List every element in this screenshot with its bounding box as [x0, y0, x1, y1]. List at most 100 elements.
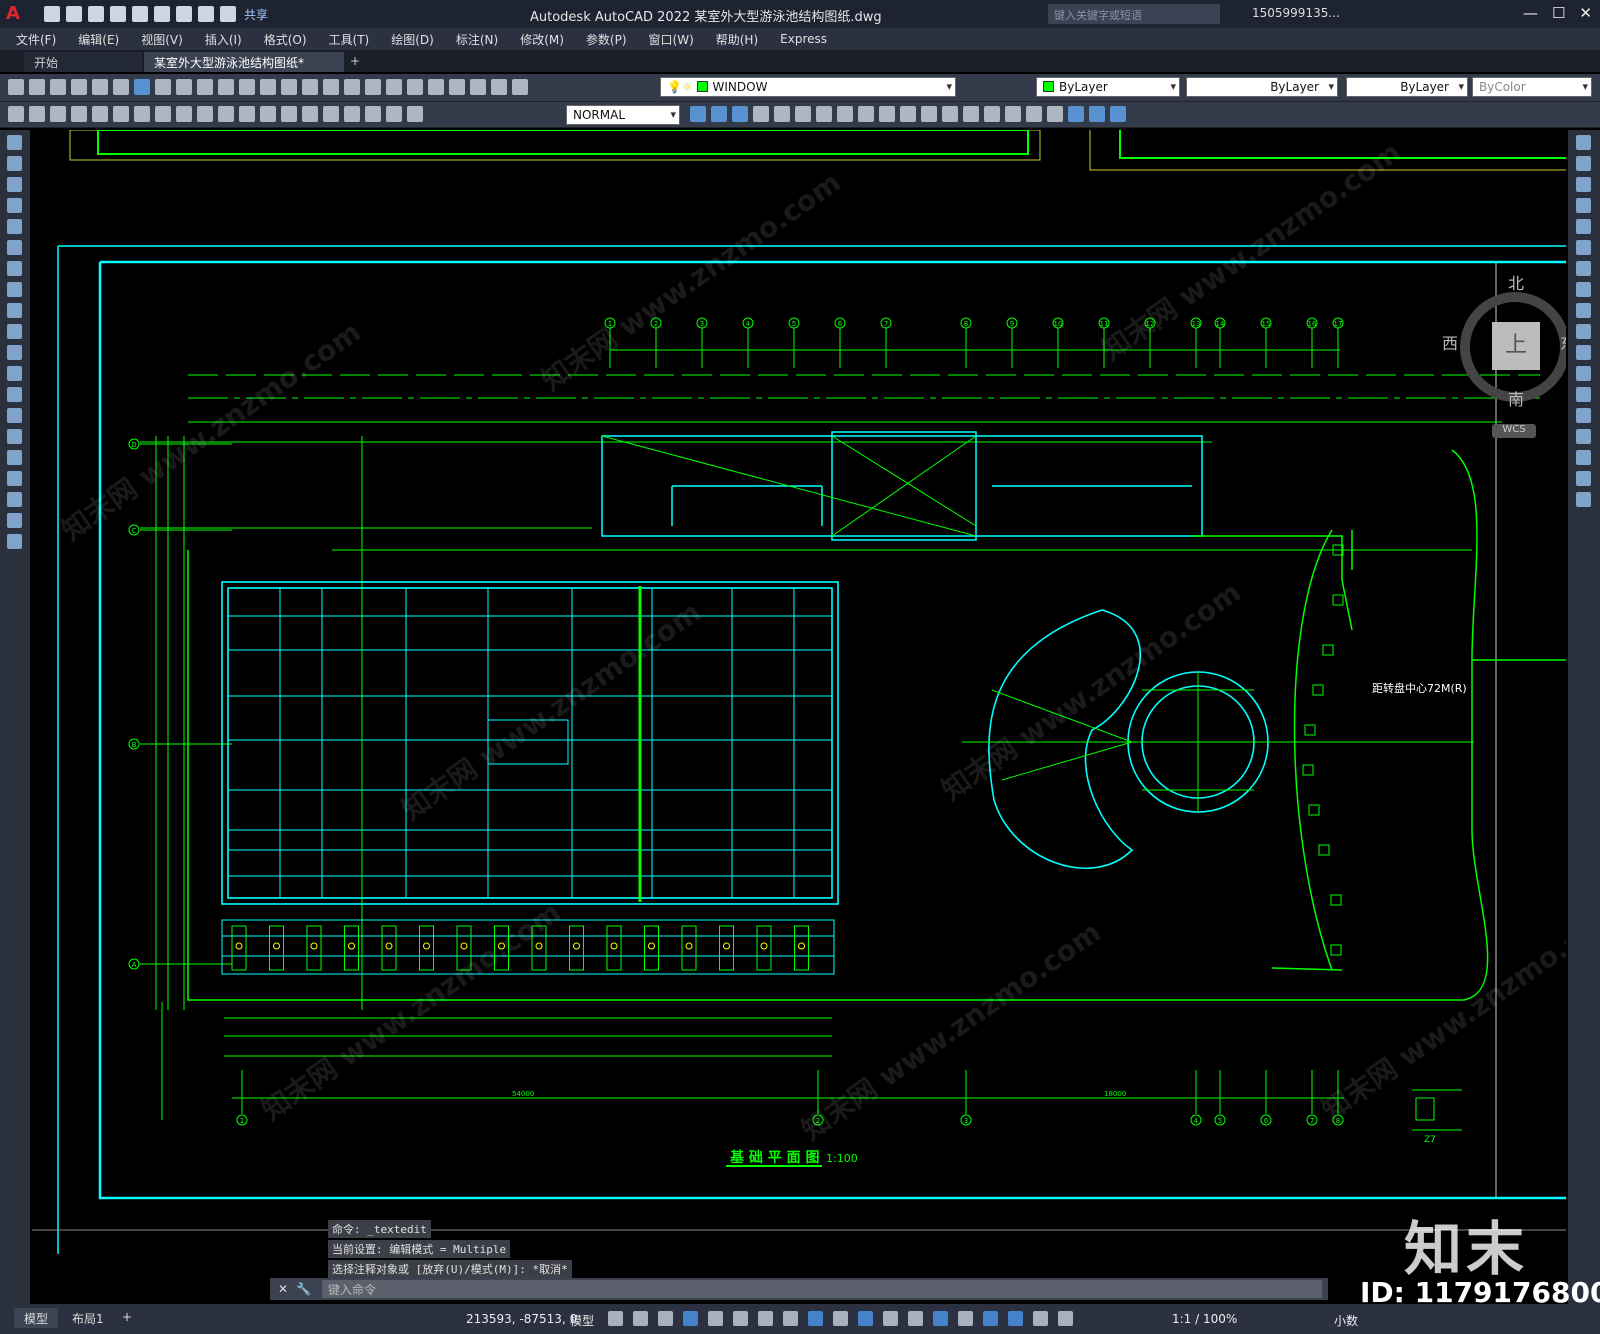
menu-modify[interactable]: 修改(M) — [520, 31, 564, 48]
layer-dropdown[interactable]: 💡☼ WINDOW — [660, 77, 956, 97]
gradient-icon[interactable] — [7, 450, 22, 465]
blend-icon[interactable] — [1576, 471, 1591, 486]
3d-print-icon[interactable] — [134, 79, 150, 95]
break-point-icon[interactable] — [1576, 366, 1591, 381]
spline-icon[interactable] — [7, 303, 22, 318]
quick-dim-icon[interactable] — [176, 106, 192, 122]
dim-text-edit-icon[interactable] — [386, 106, 402, 122]
dim-diameter-icon[interactable] — [134, 106, 150, 122]
jogged-linear-icon[interactable] — [344, 106, 360, 122]
minimize-icon[interactable]: — — [1523, 4, 1538, 22]
properties-icon[interactable] — [365, 79, 381, 95]
ucs-view-icon[interactable] — [858, 106, 874, 122]
save-as-icon[interactable] — [110, 6, 126, 22]
visual-style-icon[interactable] — [711, 106, 727, 122]
extend-icon[interactable] — [1576, 345, 1591, 360]
dim-baseline-icon[interactable] — [197, 106, 213, 122]
fillet-icon[interactable] — [1576, 450, 1591, 465]
add-selected-icon[interactable] — [7, 534, 22, 549]
save-icon[interactable] — [50, 79, 66, 95]
plot-icon[interactable] — [176, 6, 192, 22]
compass-west[interactable]: 西 — [1442, 330, 1458, 354]
shade-icon[interactable] — [732, 106, 748, 122]
copy-object-icon[interactable] — [1576, 156, 1591, 171]
gizmo-icon[interactable] — [983, 1311, 998, 1326]
dynamic-ucs-icon[interactable] — [933, 1311, 948, 1326]
plotstyle-dropdown[interactable]: ByColor — [1472, 77, 1592, 97]
zoom-realtime-icon[interactable] — [302, 79, 318, 95]
open-icon[interactable] — [66, 6, 82, 22]
autocad-logo-icon[interactable]: A — [6, 3, 28, 25]
model-space-toggle[interactable]: 模型 — [570, 1312, 594, 1329]
undo-icon[interactable] — [198, 6, 214, 22]
menu-express[interactable]: Express — [780, 32, 827, 46]
maximize-icon[interactable]: ☐ — [1552, 4, 1565, 22]
calculator-icon[interactable] — [470, 79, 486, 95]
tool-palettes-icon[interactable] — [407, 79, 423, 95]
redo-icon[interactable] — [220, 6, 236, 22]
scale-icon[interactable] — [1576, 282, 1591, 297]
polar-icon[interactable] — [733, 1311, 748, 1326]
ucs-y-icon[interactable] — [963, 106, 979, 122]
dim-radius-icon[interactable] — [92, 106, 108, 122]
snap-icon[interactable] — [633, 1311, 648, 1326]
rectangle-icon[interactable] — [7, 219, 22, 234]
pan-icon[interactable] — [281, 79, 297, 95]
dim-angular-icon[interactable] — [155, 106, 171, 122]
rotate-icon[interactable] — [1576, 261, 1591, 276]
shade-wire-icon[interactable] — [1110, 106, 1126, 122]
selection-cycling-icon[interactable] — [883, 1311, 898, 1326]
join-icon[interactable] — [1576, 408, 1591, 423]
tab-model[interactable]: 模型 — [14, 1308, 59, 1328]
auto-scale-icon[interactable] — [1033, 1311, 1048, 1326]
array-icon[interactable] — [1576, 219, 1591, 234]
new-icon[interactable] — [44, 6, 60, 22]
cut-icon[interactable] — [155, 79, 171, 95]
ucs-named-icon[interactable] — [1026, 106, 1042, 122]
zoom-window-icon[interactable] — [323, 79, 339, 95]
annotation-scale[interactable]: 1:1 / 100% — [1172, 1312, 1237, 1326]
add-layout-button[interactable]: + — [112, 1308, 142, 1328]
tab-document[interactable]: 某室外大型游泳池结构图纸* — [144, 52, 344, 72]
undo-icon[interactable] — [239, 79, 255, 95]
command-input[interactable]: 键入命令 — [322, 1280, 1322, 1298]
ellipse-icon[interactable] — [7, 324, 22, 339]
stretch-icon[interactable] — [1576, 303, 1591, 318]
layer-on-icon[interactable]: 💡☼ — [667, 80, 693, 94]
customize-command-icon[interactable]: 🔧 — [296, 1282, 311, 1296]
annotation-visibility-icon[interactable] — [1008, 1311, 1023, 1326]
menu-view[interactable]: 视图(V) — [141, 31, 183, 48]
view-icon[interactable] — [690, 106, 706, 122]
close-command-icon[interactable]: ✕ — [278, 1282, 288, 1296]
ucs-3point-icon[interactable] — [921, 106, 937, 122]
search-input[interactable]: 键入关键字或短语 — [1048, 4, 1220, 24]
dim-ordinate-icon[interactable] — [71, 106, 87, 122]
open-icon[interactable] — [29, 79, 45, 95]
ucs-origin-icon[interactable] — [879, 106, 895, 122]
break-icon[interactable] — [1576, 387, 1591, 402]
menu-window[interactable]: 窗口(W) — [649, 31, 694, 48]
ucs-icon[interactable] — [753, 106, 769, 122]
plot-icon[interactable] — [71, 79, 87, 95]
ucs-previous-icon[interactable] — [795, 106, 811, 122]
polygon-icon[interactable] — [7, 198, 22, 213]
menu-parametric[interactable]: 参数(P) — [586, 31, 627, 48]
close-icon[interactable]: ✕ — [1579, 4, 1592, 22]
mirror-icon[interactable] — [1576, 177, 1591, 192]
region-icon[interactable] — [7, 471, 22, 486]
copy-icon[interactable] — [176, 79, 192, 95]
help-icon[interactable] — [491, 79, 507, 95]
infer-icon[interactable] — [658, 1311, 673, 1326]
isodraft-icon[interactable] — [758, 1311, 773, 1326]
dim-linear-icon[interactable] — [8, 106, 24, 122]
object-snap-tracking-icon[interactable] — [783, 1311, 798, 1326]
menu-edit[interactable]: 编辑(E) — [78, 31, 119, 48]
compass-east[interactable]: 东 — [1560, 330, 1566, 354]
selection-filter-icon[interactable] — [958, 1311, 973, 1326]
dim-jogged-icon[interactable] — [113, 106, 129, 122]
revcloud-icon[interactable] — [7, 282, 22, 297]
transparency-icon[interactable] — [858, 1311, 873, 1326]
zoom-previous-icon[interactable] — [344, 79, 360, 95]
tab-layout1[interactable]: 布局1 — [62, 1308, 114, 1328]
match-properties-icon[interactable] — [218, 79, 234, 95]
